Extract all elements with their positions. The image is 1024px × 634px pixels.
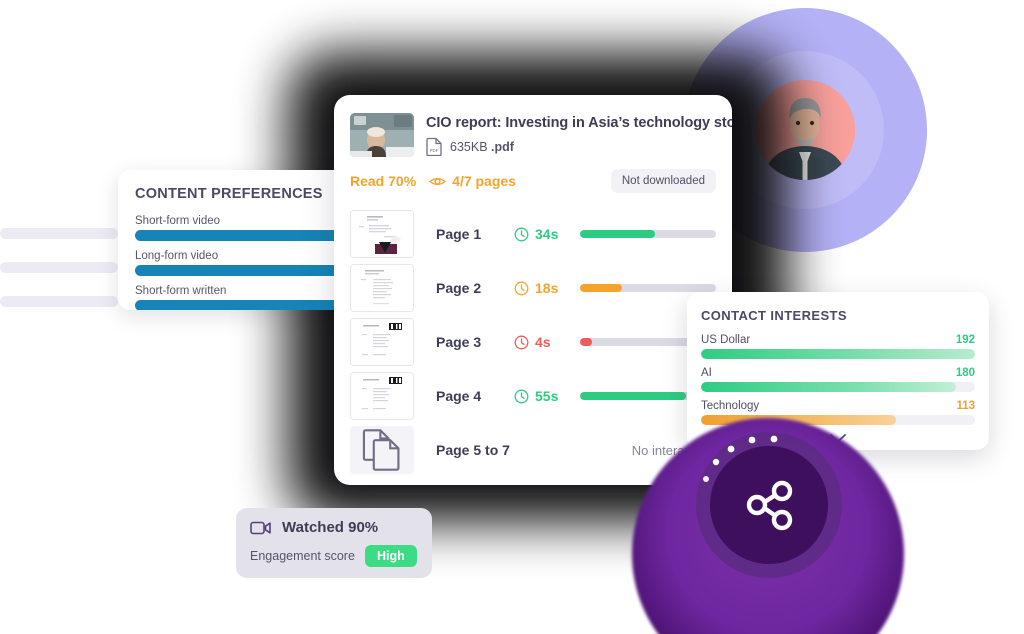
document-header: CIO report: Investing in Asia’s technolo… bbox=[334, 95, 732, 157]
download-status-badge: Not downloaded bbox=[610, 169, 716, 193]
page-engagement-list: Page 1 34s Page 2 18s Page 3 4s Page 4 5… bbox=[334, 193, 732, 477]
clock-icon bbox=[514, 335, 529, 349]
eye-icon bbox=[429, 177, 447, 185]
page-label: Page 2 bbox=[436, 280, 482, 296]
pdf-file-icon: PDF bbox=[426, 137, 442, 156]
content-preference-label: Long-form video bbox=[135, 250, 219, 262]
contact-interest-fill bbox=[701, 349, 975, 359]
content-preferences-title: CONTENT PREFERENCES bbox=[135, 186, 323, 202]
content-preference-label: Short-form video bbox=[135, 215, 221, 227]
contact-interest-row[interactable]: AI 180 bbox=[701, 367, 975, 392]
document-engagement-card: CIO report: Investing in Asia’s technolo… bbox=[334, 95, 732, 485]
contact-interest-fill bbox=[701, 382, 956, 392]
page-time-value: 4s bbox=[535, 334, 551, 350]
page-time: 4s bbox=[514, 334, 580, 350]
content-preference-label: Short-form written bbox=[135, 285, 227, 297]
grouped-pages-label: Page 5 to 7 bbox=[436, 442, 510, 458]
engagement-score-row: Engagement score High bbox=[250, 545, 418, 567]
page-row[interactable]: Page 2 18s bbox=[350, 261, 716, 315]
page-time-value: 55s bbox=[535, 388, 559, 404]
decorative-stripe bbox=[0, 228, 118, 239]
engagement-score-label: Engagement score bbox=[250, 549, 355, 563]
page-row[interactable]: Page 3 4s bbox=[350, 315, 716, 369]
page-progress-fill bbox=[580, 392, 687, 400]
decorative-stripe bbox=[0, 262, 118, 273]
video-camera-icon bbox=[250, 521, 271, 534]
content-preference-row: Long-form video bbox=[135, 250, 348, 276]
page-label: Page 3 bbox=[436, 334, 482, 350]
watched-title: Watched 90% bbox=[282, 519, 379, 536]
page-time: 34s bbox=[514, 226, 580, 242]
clock-icon bbox=[514, 389, 529, 403]
contact-interest-value: 192 bbox=[955, 334, 975, 346]
page-row[interactable]: Page 1 34s bbox=[350, 207, 716, 261]
document-file-meta: PDF 635KB .pdf bbox=[426, 137, 732, 156]
document-stats-row: Read 70% 4/7 pages Not downloaded bbox=[334, 157, 732, 193]
contact-interest-value: 113 bbox=[956, 400, 975, 412]
contact-interest-label: AI bbox=[701, 367, 712, 379]
page-progress-fill bbox=[580, 230, 655, 238]
copy-pages-icon bbox=[362, 429, 400, 471]
contact-interest-head: AI 180 bbox=[701, 367, 975, 379]
decorative-stripe bbox=[0, 296, 118, 307]
file-size-value: 635KB bbox=[450, 139, 488, 154]
contact-interest-track bbox=[701, 382, 975, 392]
page-time-value: 34s bbox=[535, 226, 559, 242]
share-nodes-icon bbox=[746, 480, 793, 531]
watched-engagement-card: Watched 90% Engagement score High bbox=[236, 508, 432, 578]
file-extension: .pdf bbox=[491, 139, 514, 154]
page-progress-track bbox=[580, 284, 716, 292]
contact-interest-row[interactable]: US Dollar 192 bbox=[701, 334, 975, 359]
watched-header: Watched 90% bbox=[250, 519, 418, 536]
content-preference-bar bbox=[135, 265, 348, 276]
document-header-text: CIO report: Investing in Asia’s technolo… bbox=[426, 113, 732, 156]
page-thumbnail-4-icon bbox=[351, 373, 413, 419]
page-progress-fill bbox=[580, 338, 593, 346]
grouped-pages-thumbnail[interactable] bbox=[350, 426, 414, 474]
contact-interest-label: US Dollar bbox=[701, 334, 751, 346]
page-thumbnail-3-icon bbox=[351, 319, 413, 365]
content-preference-bar bbox=[135, 300, 348, 310]
document-cover-thumbnail-icon bbox=[350, 113, 414, 157]
page-progress-track bbox=[580, 230, 716, 238]
share-button[interactable] bbox=[710, 446, 828, 564]
page-progress-fill bbox=[580, 284, 623, 292]
page-time: 18s bbox=[514, 280, 580, 296]
pages-read-label: 4/7 pages bbox=[452, 173, 516, 189]
read-percent-label: Read 70% bbox=[350, 173, 417, 189]
contact-interest-head: Technology 113 bbox=[701, 400, 975, 412]
page-time-value: 18s bbox=[535, 280, 559, 296]
page-thumbnail-1-icon bbox=[351, 211, 413, 257]
content-preference-bar bbox=[135, 230, 348, 241]
contact-interests-title: CONTACT INTERESTS bbox=[701, 308, 847, 323]
page-thumbnail[interactable] bbox=[350, 264, 414, 312]
content-preferences-card: CONTENT PREFERENCES Short-form video Lon… bbox=[118, 170, 348, 310]
composite-canvas: CONTENT PREFERENCES Short-form video Lon… bbox=[0, 0, 1024, 634]
svg-text:PDF: PDF bbox=[430, 148, 439, 153]
document-cover-thumbnail bbox=[350, 113, 414, 157]
content-preference-row: Short-form written bbox=[135, 285, 348, 310]
contact-interest-label: Technology bbox=[701, 400, 760, 412]
page-thumbnail[interactable] bbox=[350, 210, 414, 258]
document-file-size: 635KB .pdf bbox=[450, 140, 514, 154]
page-label: Page 1 bbox=[436, 226, 482, 242]
pages-read-stat: 4/7 pages bbox=[429, 173, 516, 189]
page-time: 55s bbox=[514, 388, 580, 404]
content-preference-row: Short-form video bbox=[135, 215, 348, 241]
page-thumbnail-2-icon bbox=[351, 265, 413, 311]
page-thumbnail[interactable] bbox=[350, 372, 414, 420]
contact-interest-value: 180 bbox=[955, 367, 975, 379]
contact-interest-track bbox=[701, 349, 975, 359]
contact-interest-head: US Dollar 192 bbox=[701, 334, 975, 346]
page-thumbnail[interactable] bbox=[350, 318, 414, 366]
page-row[interactable]: Page 4 55s bbox=[350, 369, 716, 423]
clock-icon bbox=[514, 281, 529, 295]
page-label: Page 4 bbox=[436, 388, 482, 404]
engagement-score-badge: High bbox=[364, 545, 417, 567]
clock-icon bbox=[514, 227, 529, 241]
document-title: CIO report: Investing in Asia’s technolo… bbox=[426, 115, 732, 131]
